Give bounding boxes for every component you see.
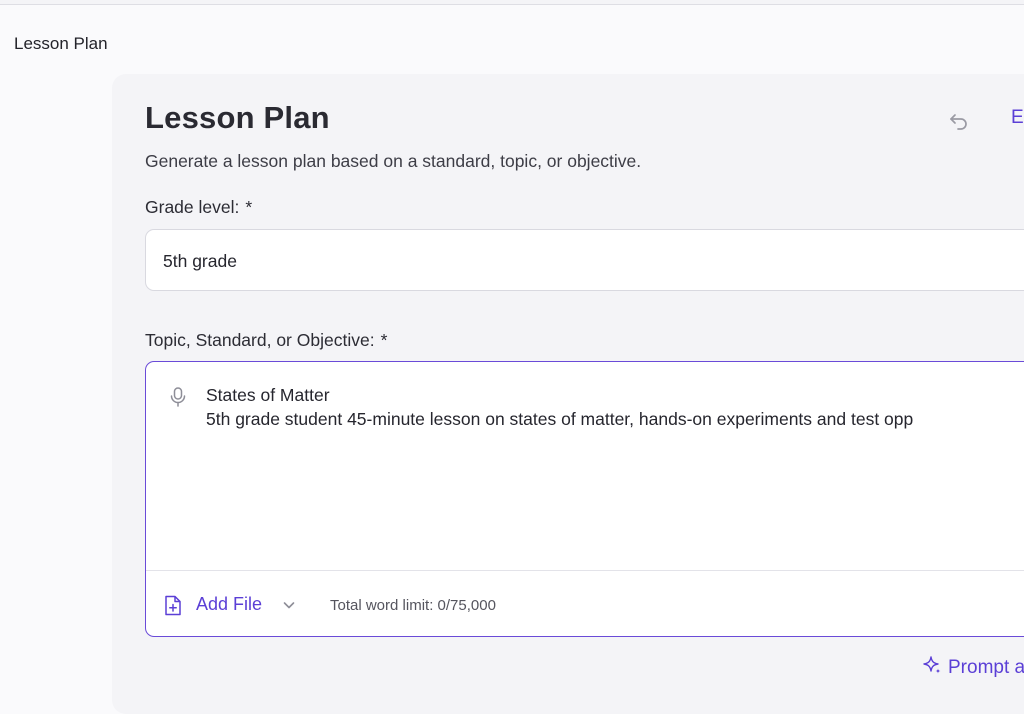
page-title: Lesson Plan bbox=[145, 100, 330, 135]
topic-text-line-1[interactable]: States of Matter bbox=[206, 385, 330, 406]
prompt-button-label[interactable]: Prompt a bbox=[948, 657, 1024, 678]
topic-label-text: Topic, Standard, or Objective: bbox=[145, 330, 375, 350]
file-plus-icon[interactable] bbox=[164, 595, 182, 616]
topic-label: Topic, Standard, or Objective: * bbox=[145, 330, 387, 351]
topic-field-footer: Add File Total word limit: 0/75,000 bbox=[146, 570, 1024, 636]
topic-text-line-2[interactable]: 5th grade student 45-minute lesson on st… bbox=[206, 409, 913, 430]
grade-level-value[interactable]: 5th grade bbox=[163, 251, 237, 272]
word-limit-counter: Total word limit: 0/75,000 bbox=[330, 597, 496, 614]
sparkle-icon bbox=[923, 656, 941, 674]
chevron-down-icon[interactable] bbox=[282, 598, 296, 612]
export-button[interactable]: E bbox=[1011, 107, 1024, 129]
window-top-border bbox=[0, 0, 1024, 5]
grade-level-label: Grade level: * bbox=[145, 197, 252, 218]
prompt-button[interactable]: Prompt a bbox=[922, 655, 1024, 679]
required-mark: * bbox=[245, 197, 253, 217]
undo-icon[interactable] bbox=[948, 109, 970, 131]
grade-level-input[interactable]: 5th grade bbox=[145, 229, 1024, 291]
page-subtitle: Generate a lesson plan based on a standa… bbox=[145, 151, 642, 171]
topic-textarea[interactable]: States of Matter 5th grade student 45-mi… bbox=[145, 361, 1024, 637]
grade-level-label-text: Grade level: bbox=[145, 197, 240, 217]
required-mark: * bbox=[380, 330, 388, 350]
add-file-button[interactable]: Add File bbox=[196, 594, 262, 615]
breadcrumb[interactable]: Lesson Plan bbox=[14, 34, 108, 54]
microphone-icon[interactable] bbox=[170, 387, 186, 407]
